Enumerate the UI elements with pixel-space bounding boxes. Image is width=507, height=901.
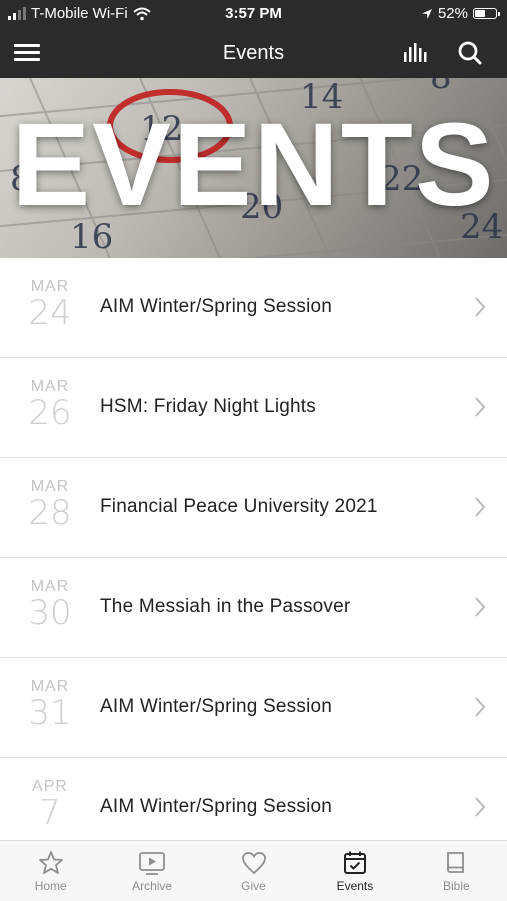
event-day: 24 — [28, 293, 72, 333]
tab-archive[interactable]: Archive — [101, 841, 202, 901]
tab-label: Home — [34, 879, 67, 893]
tab-bar: Home Archive Give Events Bible — [0, 840, 507, 901]
tab-home[interactable]: Home — [0, 841, 101, 901]
event-row[interactable]: MAR 31 AIM Winter/Spring Session — [0, 658, 507, 758]
event-date: MAR 26 — [20, 378, 80, 430]
navigation-bar: Events — [0, 28, 507, 78]
event-title: Financial Peace University 2021 — [100, 496, 378, 517]
event-day: 7 — [39, 793, 61, 833]
chevron-right-icon — [475, 597, 486, 617]
event-date: MAR 24 — [20, 278, 80, 330]
event-list: MAR 24 AIM Winter/Spring Session MAR 26 … — [0, 258, 507, 840]
tab-give[interactable]: Give — [203, 841, 304, 901]
battery-percent: 52% — [437, 5, 468, 22]
tab-label: Bible — [442, 879, 470, 893]
banner-title: EVENTS — [11, 99, 496, 231]
tab-label: Give — [241, 879, 266, 893]
search-button[interactable] — [455, 38, 485, 68]
event-title: The Messiah in the Passover — [100, 596, 351, 617]
event-title: AIM Winter/Spring Session — [100, 796, 333, 817]
status-right: 52% — [421, 5, 500, 22]
battery-icon — [473, 8, 500, 19]
event-day: 30 — [28, 593, 72, 633]
book-icon — [447, 852, 465, 873]
chevron-right-icon — [475, 397, 486, 417]
events-banner: 8 12 14 8 16 20 22 24 EVENTS — [0, 78, 507, 258]
tab-bible[interactable]: Bible — [406, 841, 507, 901]
event-title: HSM: Friday Night Lights — [100, 396, 316, 417]
event-date: MAR 31 — [20, 678, 80, 730]
event-day: 26 — [28, 393, 72, 433]
event-date: APR 7 — [20, 778, 80, 830]
search-icon — [458, 41, 482, 65]
location-arrow-icon — [421, 8, 432, 19]
video-icon — [139, 852, 166, 875]
tab-label: Archive — [132, 879, 173, 893]
event-row[interactable]: APR 7 AIM Winter/Spring Session — [0, 758, 507, 840]
event-date: MAR 30 — [20, 578, 80, 630]
event-title: AIM Winter/Spring Session — [100, 296, 333, 317]
tab-label: Events — [336, 879, 374, 893]
chevron-right-icon — [475, 697, 486, 717]
event-day: 31 — [28, 693, 72, 733]
event-date: MAR 28 — [20, 478, 80, 530]
event-row[interactable]: MAR 28 Financial Peace University 2021 — [0, 458, 507, 558]
tab-events[interactable]: Events — [304, 841, 405, 901]
star-icon — [38, 851, 63, 874]
chevron-right-icon — [475, 497, 486, 517]
event-row[interactable]: MAR 26 HSM: Friday Night Lights — [0, 358, 507, 458]
equalizer-icon — [404, 43, 427, 62]
calendar-icon — [343, 851, 366, 874]
status-bar: T-Mobile Wi-Fi 3:57 PM 52% — [0, 0, 507, 28]
chevron-right-icon — [475, 797, 486, 817]
heart-icon — [241, 852, 266, 875]
svg-text:8: 8 — [430, 78, 452, 97]
event-day: 28 — [28, 493, 72, 533]
battery-fill — [475, 10, 485, 17]
equalizer-button[interactable] — [401, 38, 431, 68]
event-title: AIM Winter/Spring Session — [100, 696, 333, 717]
event-row[interactable]: MAR 24 AIM Winter/Spring Session — [0, 258, 507, 358]
event-row[interactable]: MAR 30 The Messiah in the Passover — [0, 558, 507, 658]
chevron-right-icon — [475, 297, 486, 317]
